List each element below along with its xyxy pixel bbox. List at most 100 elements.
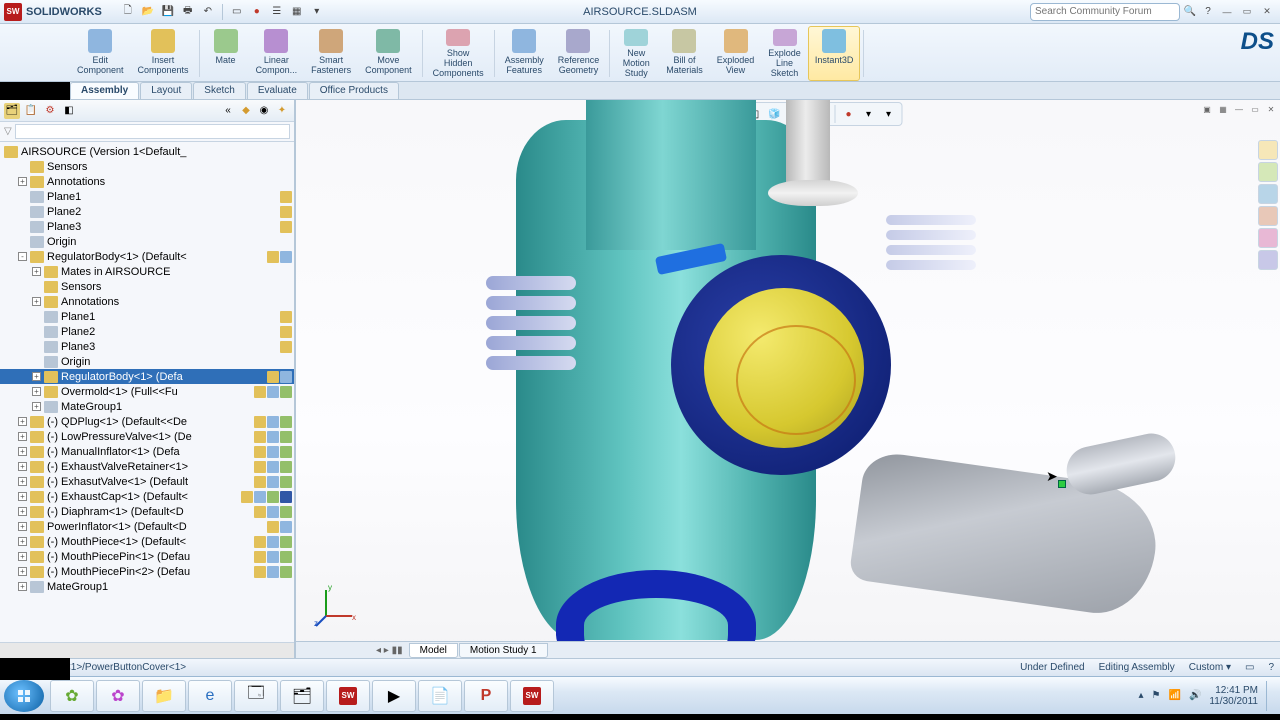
ribbon-show[interactable]: ShowHiddenComponents	[426, 26, 491, 81]
taskbar-app-3[interactable]: 🗔	[234, 680, 278, 712]
tree-item[interactable]: +(-) QDPlug<1> (Default<<De	[0, 414, 294, 429]
vp-link-icon[interactable]: ▦	[1216, 102, 1230, 116]
bottom-tab-controls[interactable]: ◂ ▸ ▮▮	[376, 645, 403, 656]
tree-expand-icon[interactable]: +	[18, 537, 27, 546]
tree-expand-icon[interactable]: +	[18, 582, 27, 591]
feature-tree[interactable]: AIRSOURCE (Version 1<Default_ Sensors+An…	[0, 142, 294, 642]
tree-item[interactable]: +(-) MouthPiecePin<1> (Defau	[0, 549, 294, 564]
tree-scrollbar[interactable]	[0, 642, 294, 658]
cmdtab-layout[interactable]: Layout	[140, 82, 192, 99]
tree-item[interactable]: Plane2	[0, 204, 294, 219]
feature-manager-tab-icon[interactable]: 🗂	[4, 103, 20, 119]
tree-expand-icon[interactable]: +	[32, 267, 41, 276]
filter-icon[interactable]: ▽	[4, 126, 12, 137]
taskbar-powerpoint[interactable]: P	[464, 680, 508, 712]
save-icon[interactable]: 💾	[160, 4, 176, 20]
taskbar-app-5[interactable]: ▶	[372, 680, 416, 712]
tree-expand-icon[interactable]: +	[18, 492, 27, 501]
taskbar-app-6[interactable]: 📄	[418, 680, 462, 712]
tree-item[interactable]: Plane2	[0, 324, 294, 339]
ribbon-smart[interactable]: SmartFasteners	[304, 26, 358, 81]
help-icon[interactable]: ?	[1200, 4, 1216, 20]
configuration-manager-tab-icon[interactable]: ⚙	[42, 103, 58, 119]
tree-root[interactable]: AIRSOURCE (Version 1<Default_	[0, 144, 294, 159]
tree-expand-icon[interactable]: +	[32, 402, 41, 411]
resources-tab-icon[interactable]	[1258, 140, 1278, 160]
ribbon-edit[interactable]: EditComponent	[70, 26, 131, 81]
tree-item[interactable]: Sensors	[0, 159, 294, 174]
tray-up-icon[interactable]: ▴	[1139, 690, 1144, 701]
restore-icon[interactable]: ▭	[1238, 5, 1256, 19]
cmdtab-sketch[interactable]: Sketch	[193, 82, 246, 99]
options-icon[interactable]: ☰	[269, 4, 285, 20]
view-palette-tab-icon[interactable]	[1258, 206, 1278, 226]
tree-expand-icon[interactable]: +	[18, 507, 27, 516]
tree-item[interactable]: Plane3	[0, 339, 294, 354]
tree-item[interactable]: +(-) ExhaustValveRetainer<1>	[0, 459, 294, 474]
ribbon-move[interactable]: MoveComponent	[358, 26, 419, 81]
tree-item[interactable]: +(-) MouthPiece<1> (Default<	[0, 534, 294, 549]
tree-expand-icon[interactable]: +	[32, 372, 41, 381]
tree-display-icon[interactable]: ◆	[238, 103, 254, 119]
tree-item[interactable]: +(-) Diaphram<1> (Default<D	[0, 504, 294, 519]
tree-item[interactable]: Origin	[0, 234, 294, 249]
tree-expand-icon[interactable]: +	[18, 432, 27, 441]
help-dropdown-icon[interactable]: ▾	[309, 4, 325, 20]
tree-item[interactable]: Plane3	[0, 219, 294, 234]
tree-expand-icon[interactable]: +	[18, 522, 27, 531]
tree-display3-icon[interactable]: ✦	[274, 103, 290, 119]
taskbar-explorer[interactable]: 📁	[142, 680, 186, 712]
ribbon-billof[interactable]: Bill ofMaterials	[659, 26, 710, 81]
tree-expand-icon[interactable]: +	[18, 447, 27, 456]
tree-item[interactable]: Sensors	[0, 279, 294, 294]
vp-max-icon[interactable]: ▭	[1248, 102, 1262, 116]
tree-item[interactable]: Plane1	[0, 309, 294, 324]
tree-item[interactable]: +(-) ExhaustCap<1> (Default<	[0, 489, 294, 504]
tray-clock[interactable]: 12:41 PM 11/30/2011	[1209, 685, 1258, 707]
select-icon[interactable]: ▭	[229, 4, 245, 20]
ribbon-new[interactable]: NewMotionStudy	[613, 26, 659, 81]
options2-icon[interactable]: ▦	[289, 4, 305, 20]
rebuild-icon[interactable]: ●	[249, 4, 265, 20]
tree-item[interactable]: -RegulatorBody<1> (Default<	[0, 249, 294, 264]
tree-item[interactable]: +MateGroup1	[0, 579, 294, 594]
close-icon[interactable]: ✕	[1258, 5, 1276, 19]
ribbon-explode[interactable]: ExplodeLineSketch	[761, 26, 808, 81]
cmdtab-assembly[interactable]: Assembly	[70, 82, 139, 99]
tree-display2-icon[interactable]: ◉	[256, 103, 272, 119]
cmdtab-officeproducts[interactable]: Office Products	[309, 82, 399, 99]
taskbar-ie[interactable]: e	[188, 680, 232, 712]
tree-expand-icon[interactable]: +	[18, 177, 27, 186]
bottom-tab-motionstudy1[interactable]: Motion Study 1	[459, 643, 548, 658]
tree-item[interactable]: +(-) ManualInflator<1> (Defa	[0, 444, 294, 459]
tree-item[interactable]: +(-) MouthPiecePin<2> (Defau	[0, 564, 294, 579]
ribbon-mate[interactable]: Mate	[203, 26, 249, 81]
tree-expand-icon[interactable]: -	[18, 252, 27, 261]
system-tray[interactable]: ▴ ⚑ 📶 🔊 12:41 PM 11/30/2011	[1139, 681, 1276, 711]
tree-expand-icon[interactable]: +	[18, 462, 27, 471]
graphics-viewport[interactable]: ⤢ 🔍 ↺ ◫ 🧊 ▦ 👁 ● ▾ ▾ ▣ ▦ — ▭ ✕	[296, 100, 1280, 658]
dimxpert-tab-icon[interactable]: ◧	[61, 103, 77, 119]
print-icon[interactable]: 🖶	[180, 4, 196, 20]
tree-item[interactable]: +Overmold<1> (Full<<Fu	[0, 384, 294, 399]
design-library-tab-icon[interactable]	[1258, 162, 1278, 182]
taskbar-app-2[interactable]: ✿	[96, 680, 140, 712]
tree-item[interactable]: +MateGroup1	[0, 399, 294, 414]
ribbon-instantd[interactable]: Instant3D	[808, 26, 861, 81]
tree-expand-icon[interactable]: +	[18, 477, 27, 486]
tree-expand-icon[interactable]: +	[18, 567, 27, 576]
tree-item[interactable]: +Annotations	[0, 174, 294, 189]
cmdtab-evaluate[interactable]: Evaluate	[247, 82, 308, 99]
tree-item[interactable]: +RegulatorBody<1> (Defa	[0, 369, 294, 384]
status-units[interactable]: Custom ▾	[1189, 662, 1231, 673]
taskbar-solidworks-2[interactable]: SW	[510, 680, 554, 712]
undo-icon[interactable]: ↶	[200, 4, 216, 20]
custom-props-tab-icon[interactable]	[1258, 250, 1278, 270]
search-input[interactable]	[1030, 3, 1180, 21]
status-icon1[interactable]: ▭	[1245, 662, 1254, 673]
tree-collapse-icon[interactable]: «	[220, 103, 236, 119]
file-explorer-tab-icon[interactable]	[1258, 184, 1278, 204]
tray-volume-icon[interactable]: 🔊	[1189, 690, 1201, 701]
taskbar-solidworks[interactable]: SW	[326, 680, 370, 712]
tree-item[interactable]: +Annotations	[0, 294, 294, 309]
